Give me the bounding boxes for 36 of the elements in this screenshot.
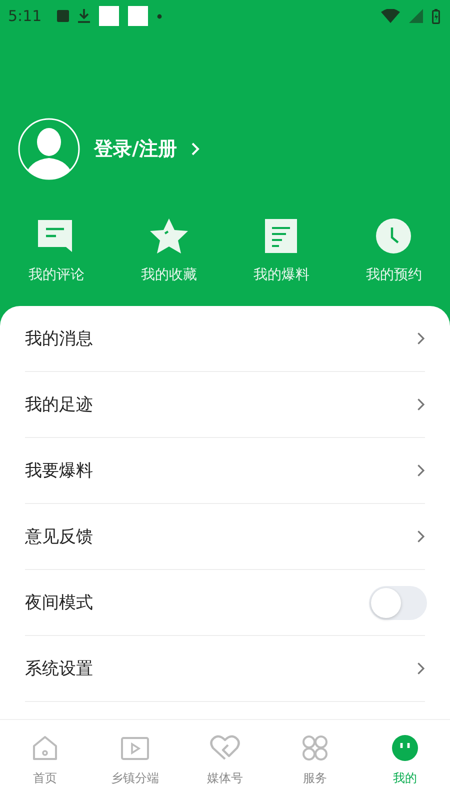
document-icon[interactable] — [265, 218, 298, 254]
tab[interactable]: 乡镇分端 — [90, 720, 180, 800]
chevron-icon[interactable] — [417, 530, 425, 543]
login-button[interactable]: 登录/注册 — [94, 136, 177, 162]
chevron-icon[interactable] — [417, 398, 425, 411]
tab[interactable]: 我的 — [360, 720, 450, 800]
battery-icon — [432, 8, 440, 24]
avatar-icon[interactable] — [18, 118, 80, 180]
menu-item[interactable]: 意见反馈 — [25, 525, 93, 548]
wifi-icon — [381, 9, 400, 23]
star-icon[interactable] — [150, 218, 188, 254]
menu-item[interactable]: 系统设置 — [25, 657, 93, 680]
menu-item[interactable]: 我的足迹 — [25, 393, 93, 416]
menu-item[interactable]: 我要爆料 — [25, 459, 93, 482]
clock-icon[interactable] — [376, 218, 412, 254]
signal-icon — [409, 9, 423, 23]
shortcut-label[interactable]: 我的预约 — [366, 266, 422, 284]
chevron-icon[interactable] — [417, 332, 425, 345]
toggle-switch[interactable] — [369, 586, 427, 620]
status-time: 5:11 — [8, 7, 42, 25]
home-icon[interactable] — [31, 734, 59, 762]
chevron-icon[interactable] — [417, 464, 425, 477]
menu-item[interactable]: 夜间模式 — [25, 591, 93, 614]
face-icon[interactable] — [391, 734, 419, 762]
tab[interactable]: 首页 — [0, 720, 90, 800]
menu-item[interactable]: 我的消息 — [25, 327, 93, 350]
shortcut-label[interactable]: 我的爆料 — [253, 266, 310, 284]
dot-icon — [156, 14, 162, 18]
chevron-icon[interactable] — [417, 662, 425, 675]
shortcut-label[interactable]: 我的评论 — [28, 266, 84, 284]
tab[interactable]: 服务 — [270, 720, 360, 800]
shortcut-label[interactable]: 我的收藏 — [140, 266, 197, 284]
tab[interactable]: 媒体号 — [180, 720, 270, 800]
download-icon — [78, 9, 90, 23]
comment-icon[interactable] — [38, 218, 74, 254]
clover-icon[interactable] — [301, 734, 329, 762]
